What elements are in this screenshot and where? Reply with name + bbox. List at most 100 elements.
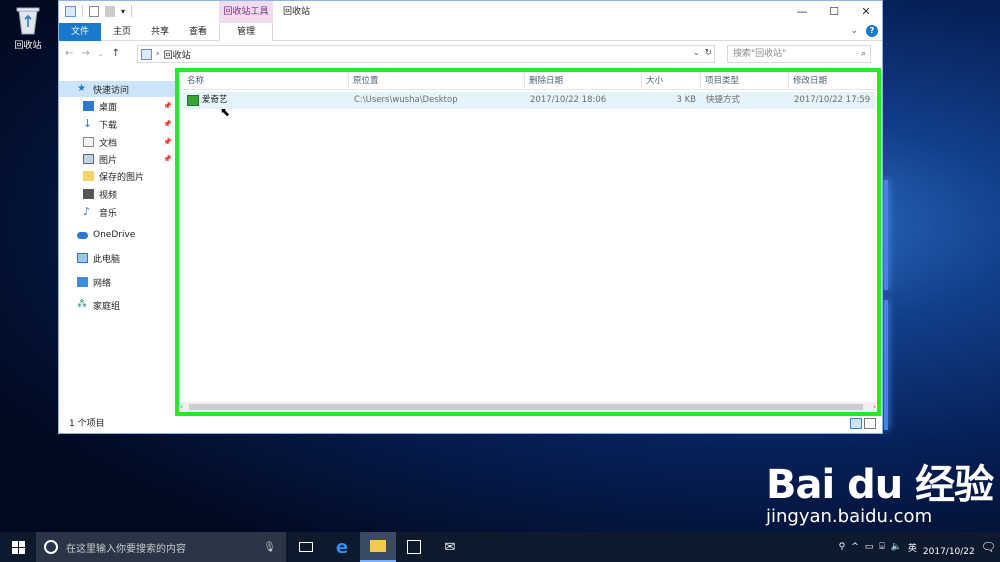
task-view-icon (299, 542, 313, 552)
search-input[interactable]: 搜索"回收站" ⌕ (727, 45, 871, 63)
address-bar[interactable]: › 回收站 ⌄ ↻ (137, 45, 715, 63)
nav-item-saved-pictures[interactable]: 保存的图片 (83, 168, 175, 184)
status-bar: 1 个项目 (59, 415, 882, 433)
scroll-left-arrow-icon[interactable]: ‹ (180, 402, 183, 412)
taskbar-mail[interactable]: ✉ (432, 532, 468, 562)
breadcrumb-separator-icon[interactable]: › (156, 49, 160, 59)
network-tray-icon[interactable]: ⌸ (879, 542, 884, 552)
nav-item-label: OneDrive (93, 230, 136, 240)
taskbar-edge[interactable]: e (324, 532, 360, 562)
new-folder-icon[interactable] (105, 5, 115, 17)
address-dropdown-icon[interactable]: ⌄ (692, 48, 700, 58)
microphone-icon[interactable]: 🎙 (263, 542, 276, 553)
item-count: 1 个项目 (69, 419, 105, 429)
properties-icon[interactable] (89, 5, 99, 17)
pictures-icon (83, 154, 94, 164)
close-button[interactable]: ✕ (850, 1, 882, 23)
nav-item-onedrive[interactable]: OneDrive (77, 227, 175, 243)
tab-view[interactable]: 查看 (181, 23, 215, 41)
tab-home[interactable]: 主页 (105, 23, 139, 41)
nav-item-quick-access[interactable]: ★ 快速访问 (59, 81, 175, 97)
breadcrumb-recycle-bin[interactable]: 回收站 (164, 48, 191, 61)
column-header-date-deleted[interactable]: 删除日期 (525, 72, 642, 90)
help-icon[interactable]: ? (866, 25, 878, 37)
tab-file[interactable]: 文件 (59, 23, 101, 41)
ime-indicator[interactable]: 英 (908, 541, 917, 554)
download-icon: ↓ (83, 117, 93, 130)
column-header-item-type[interactable]: 项目类型 (701, 72, 789, 90)
expand-ribbon-icon[interactable]: ⌄ (850, 26, 858, 36)
search-icon[interactable]: ⌕ (861, 46, 866, 62)
people-icon[interactable]: ⚲ (839, 542, 846, 552)
nav-item-network[interactable]: 网络 (77, 274, 175, 290)
music-icon: ♪ (83, 205, 91, 218)
tab-manage[interactable]: 管理 (219, 23, 273, 41)
desktop-recycle-bin[interactable]: 回收站 (6, 5, 50, 51)
battery-icon[interactable]: ▭ (865, 542, 874, 552)
windows-logo-icon (11, 540, 25, 554)
horizontal-scrollbar[interactable]: ‹ › (179, 402, 877, 412)
pin-icon[interactable]: 📌 (163, 120, 172, 128)
file-list-pane: 名称 原位置 删除日期 大小 项目类型 修改日期 爱奇艺 C:\Users\wu… (175, 68, 881, 416)
nav-item-videos[interactable]: 视频 (83, 186, 175, 202)
clock[interactable]: 2017/10/22 (923, 536, 975, 558)
column-header-date-modified[interactable]: 修改日期 (789, 72, 881, 90)
taskbar-search-placeholder: 在这里输入你要搜索的内容 (66, 543, 186, 555)
taskbar-search-box[interactable]: 在这里输入你要搜索的内容 🎙 (36, 532, 286, 562)
volume-icon[interactable]: 🔈 (891, 542, 902, 552)
task-view-button[interactable] (288, 532, 324, 562)
column-header-original-location[interactable]: 原位置 (349, 72, 525, 90)
cortana-icon[interactable] (44, 540, 58, 554)
file-modified-cell: 2017/10/22 17:59 (794, 95, 871, 105)
nav-item-music[interactable]: ♪ 音乐 (83, 204, 175, 220)
address-row: ← → ⌄ ↑ › 回收站 ⌄ ↻ 搜索"回收站" ⌕ (59, 41, 882, 67)
scrollbar-thumb[interactable] (189, 404, 863, 410)
pin-icon[interactable]: 📌 (163, 138, 172, 146)
network-icon (77, 277, 88, 287)
nav-item-this-pc[interactable]: 此电脑 (77, 250, 175, 266)
maximize-button[interactable]: ☐ (818, 1, 850, 23)
desktop-light-beam (884, 180, 888, 290)
details-view-icon[interactable] (850, 418, 862, 429)
desktop-light-beam (884, 300, 888, 430)
refresh-icon[interactable]: ↻ (704, 48, 712, 58)
show-hidden-icons-icon[interactable]: ^ (851, 542, 859, 552)
action-center-icon[interactable]: 🗨 (981, 540, 996, 554)
file-name-cell[interactable]: 爱奇艺 (187, 92, 347, 109)
back-arrow-icon[interactable]: ← (65, 48, 73, 59)
title-bar: ▾ 回收站工具 回收站 — ☐ ✕ (59, 1, 882, 23)
taskbar-store[interactable] (396, 532, 432, 562)
pin-icon[interactable]: 📌 (163, 155, 172, 163)
up-arrow-icon[interactable]: ↑ (112, 48, 120, 59)
mouse-cursor-icon: ⬉ (220, 105, 231, 119)
table-row[interactable]: 爱奇艺 C:\Users\wusha\Desktop 2017/10/22 18… (183, 92, 875, 109)
quick-access-toolbar: ▾ (65, 5, 133, 17)
minimize-button[interactable]: — (786, 1, 818, 23)
nav-item-desktop[interactable]: 桌面 📌 (83, 98, 175, 114)
nav-item-downloads[interactable]: ↓ 下载 📌 (83, 116, 175, 132)
window-title: 回收站 (283, 7, 311, 17)
nav-item-label: 保存的图片 (99, 172, 145, 183)
separator (82, 5, 83, 17)
edge-icon: e (335, 536, 349, 558)
column-header-name[interactable]: 名称 (183, 72, 349, 90)
desktop-icon (83, 101, 94, 111)
nav-item-documents[interactable]: 文档 📌 (83, 134, 175, 150)
column-header-size[interactable]: 大小 (642, 72, 701, 90)
qat-dropdown-icon[interactable]: ▾ (121, 7, 125, 16)
forward-arrow-icon[interactable]: → (81, 48, 89, 59)
tab-share[interactable]: 共享 (143, 23, 177, 41)
recent-dropdown-icon[interactable]: ⌄ (98, 50, 104, 59)
homegroup-icon: ⁂ (77, 299, 87, 310)
computer-icon (77, 253, 88, 263)
file-size-cell: 3 KB (676, 95, 696, 105)
navigation-pane: ★ 快速访问 桌面 📌 ↓ 下载 📌 文档 📌 图片 📌 保存的图片 视频 ♪ … (59, 68, 175, 416)
nav-item-pictures[interactable]: 图片 📌 (83, 151, 175, 167)
pin-icon[interactable]: 📌 (163, 102, 172, 110)
navigation-buttons: ← → ⌄ ↑ (65, 48, 120, 59)
nav-item-homegroup[interactable]: ⁂ 家庭组 (77, 297, 175, 313)
start-button[interactable] (0, 532, 36, 562)
taskbar-file-explorer[interactable] (360, 532, 396, 562)
large-icons-view-icon[interactable] (864, 418, 876, 429)
scroll-right-arrow-icon[interactable]: › (873, 402, 876, 412)
